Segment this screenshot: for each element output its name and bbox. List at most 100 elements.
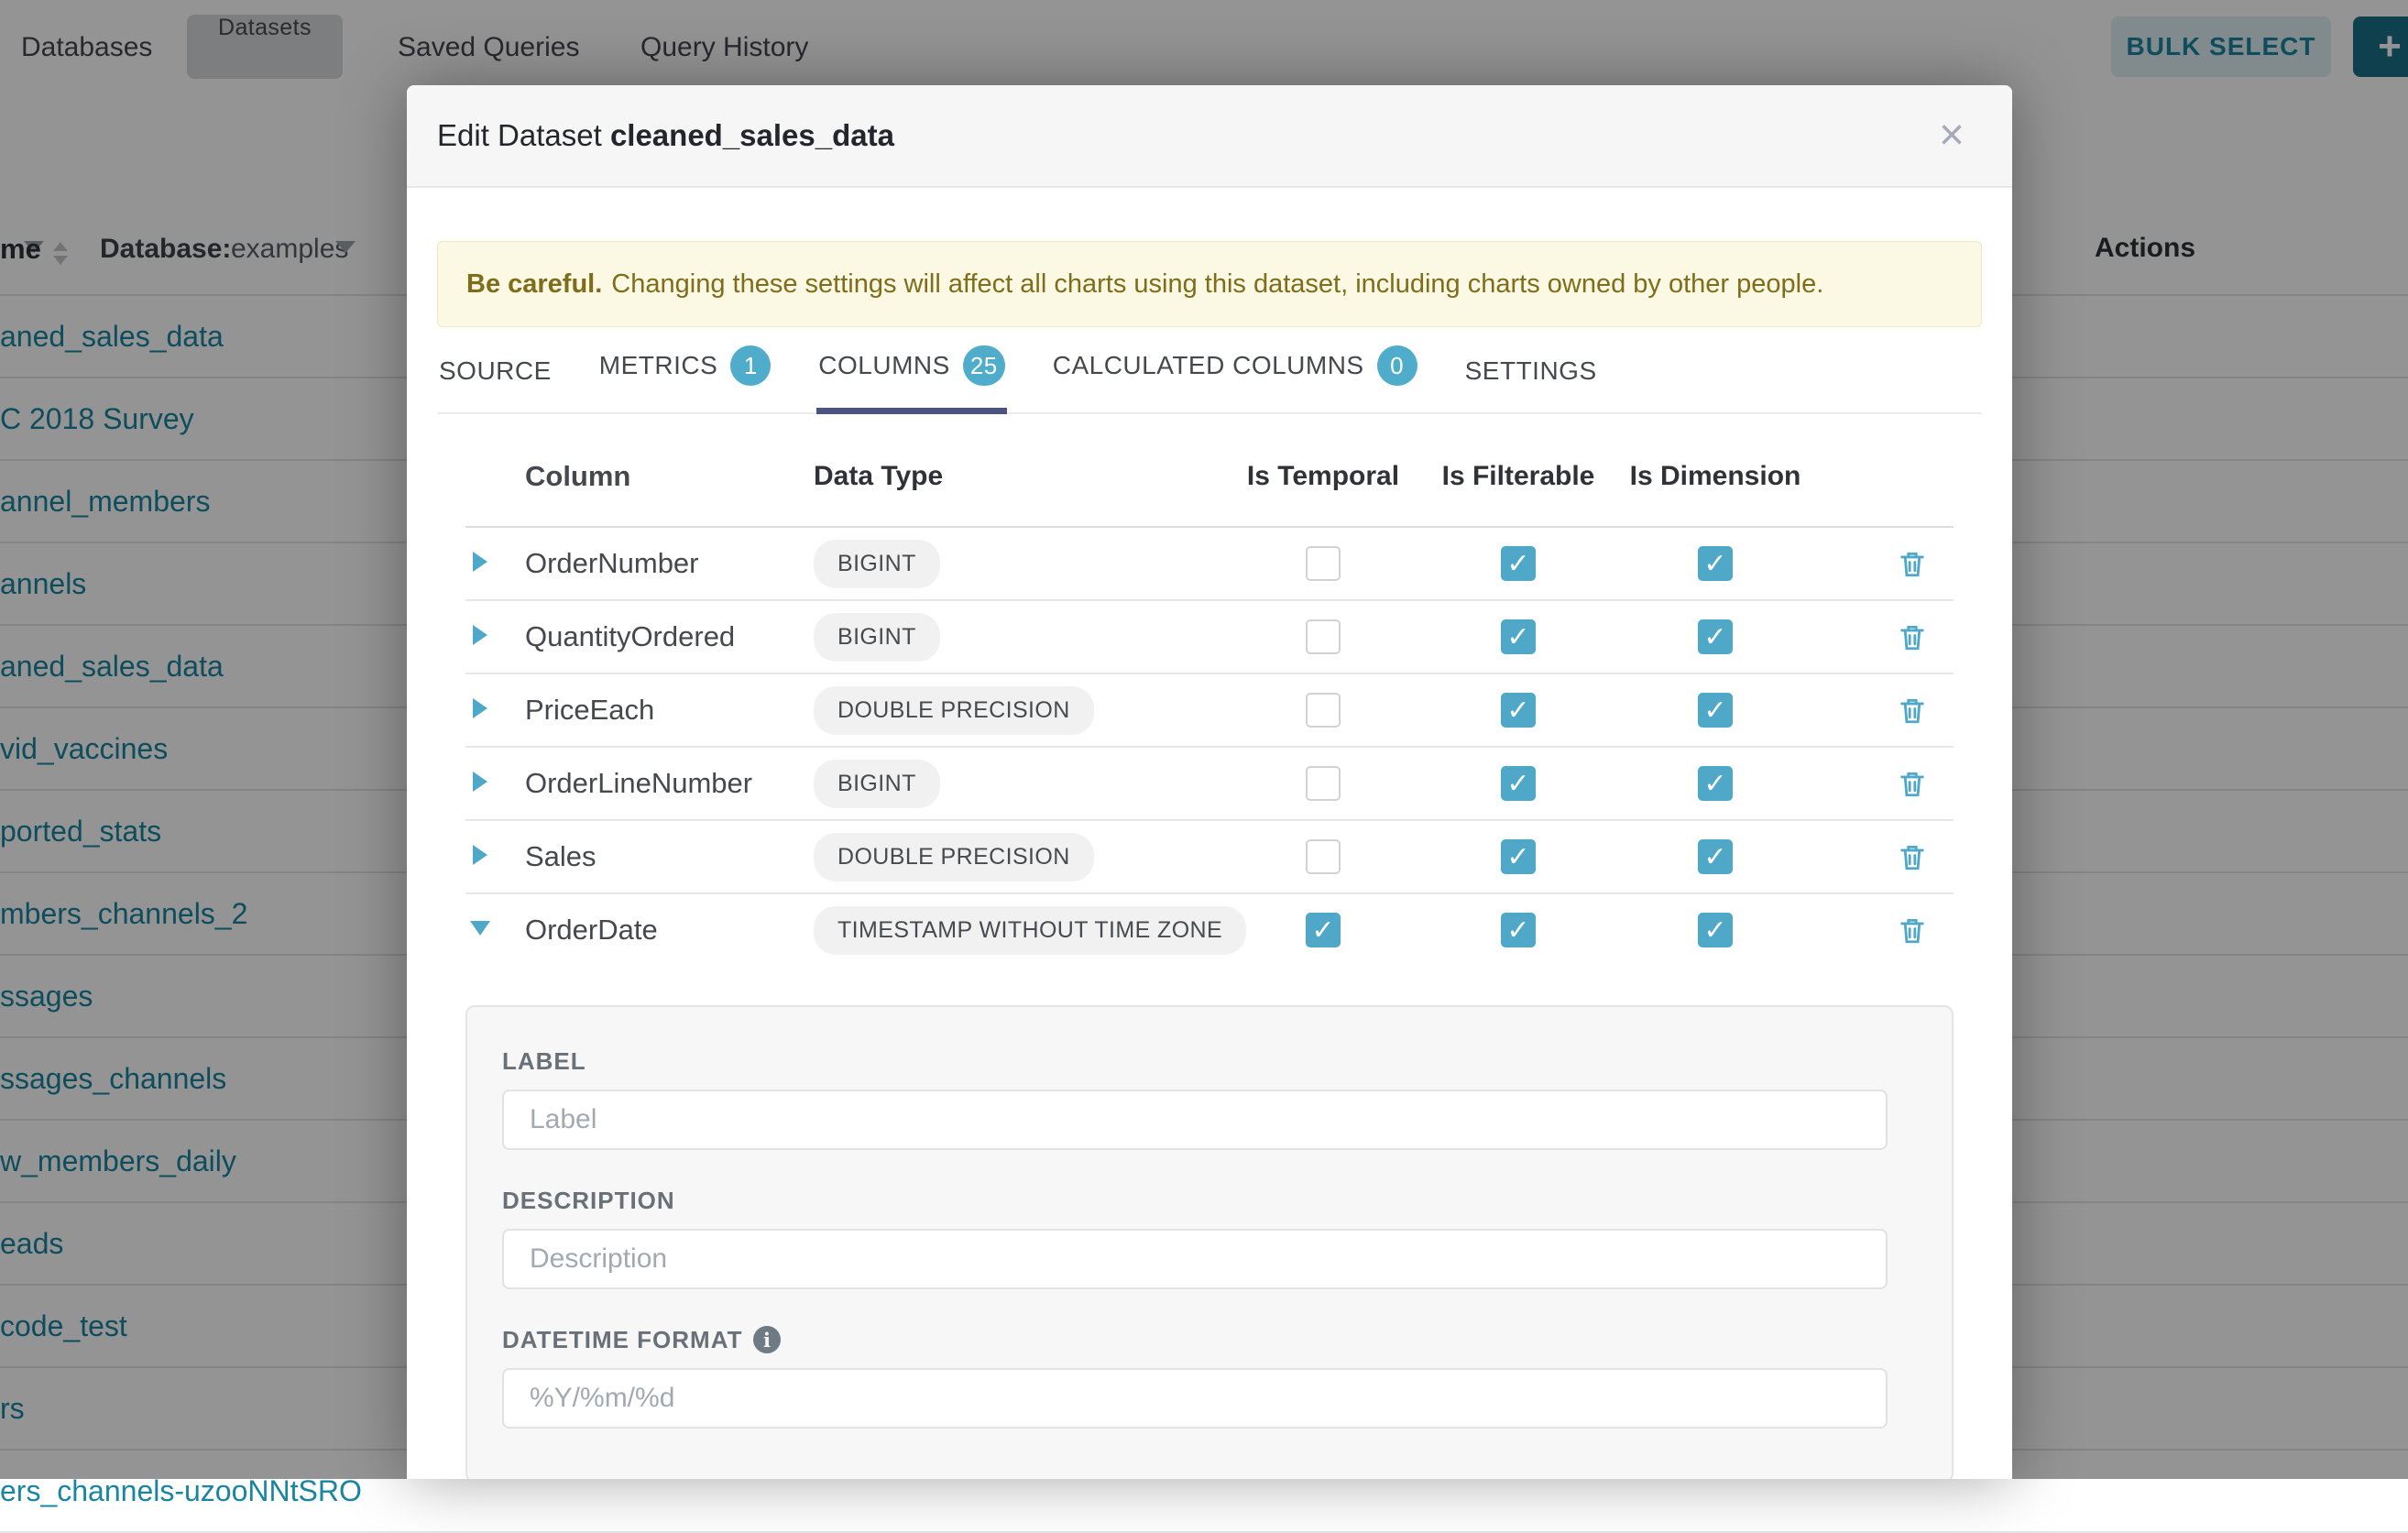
is-filterable-cell	[1420, 619, 1616, 654]
is-temporal-cell	[1226, 546, 1420, 581]
data-type-cell: DOUBLE PRECISION	[759, 833, 1226, 881]
column-row-OrderLineNumber: OrderLineNumberBIGINT	[465, 748, 1954, 821]
is-filterable-checkbox[interactable]	[1501, 839, 1536, 874]
modal-title-dataset-name: cleaned_sales_data	[610, 118, 894, 152]
label-field-label: LABEL	[502, 1047, 1952, 1075]
trash-icon[interactable]	[1897, 914, 1928, 947]
edit-dataset-modal: Edit Dataset cleaned_sales_data × Be car…	[407, 85, 2012, 1479]
trash-icon[interactable]	[1897, 767, 1928, 800]
tab-columns[interactable]: COLUMNS 25	[816, 345, 1006, 414]
modal-tabs: SOURCE METRICS1 COLUMNS 25 CALCULATED COLUMN…	[437, 327, 1982, 414]
column-row-Sales: Sales DOUBLE PRECISION	[465, 821, 1954, 894]
description-input[interactable]	[502, 1229, 1888, 1289]
is-dimension-checkbox[interactable]	[1698, 913, 1733, 947]
tab-metrics[interactable]: METRICS1	[597, 345, 773, 414]
trash-icon[interactable]	[1897, 547, 1928, 580]
is-dimension-cell	[1616, 913, 1814, 947]
column-name: PriceEach	[502, 694, 759, 727]
info-icon[interactable]: i	[753, 1326, 781, 1353]
datetime-format-label-text: DATETIME FORMAT	[502, 1326, 742, 1354]
column-name: OrderLineNumber	[502, 767, 759, 800]
is-filterable-checkbox[interactable]	[1501, 913, 1536, 947]
is-filterable-checkbox[interactable]	[1501, 619, 1536, 654]
tab-source[interactable]: SOURCE	[437, 356, 553, 414]
column-row-OrderDate: OrderDateTIMESTAMP WITHOUT TIME ZONE	[465, 894, 1954, 966]
header-is-dimension: Is Dimension	[1616, 461, 1814, 492]
expand-caret-icon[interactable]	[465, 552, 502, 576]
modal-title: Edit Dataset cleaned_sales_data	[437, 118, 894, 153]
tab-label: METRICS	[599, 351, 718, 380]
is-temporal-cell	[1226, 766, 1420, 801]
dataset-link[interactable]: ers_channels-uzooNNtSRO	[0, 1474, 362, 1508]
is-dimension-checkbox[interactable]	[1698, 619, 1733, 654]
expand-caret-icon[interactable]	[465, 772, 502, 796]
data-type-pill: TIMESTAMP WITHOUT TIME ZONE	[814, 906, 1246, 955]
data-type-pill: DOUBLE PRECISION	[814, 833, 1094, 881]
is-temporal-checkbox[interactable]	[1306, 839, 1341, 874]
is-dimension-checkbox[interactable]	[1698, 693, 1733, 728]
is-filterable-checkbox[interactable]	[1501, 546, 1536, 581]
label-input[interactable]	[502, 1090, 1888, 1150]
is-temporal-checkbox[interactable]	[1306, 913, 1341, 947]
is-temporal-cell	[1226, 839, 1420, 874]
data-type-pill: DOUBLE PRECISION	[814, 686, 1094, 735]
is-dimension-checkbox[interactable]	[1698, 546, 1733, 581]
is-temporal-checkbox[interactable]	[1306, 693, 1341, 728]
column-row-QuantityOrdered: QuantityOrdered BIGINT	[465, 601, 1954, 674]
delete-cell	[1814, 914, 1954, 947]
is-temporal-checkbox[interactable]	[1306, 546, 1341, 581]
column-name: OrderNumber	[502, 547, 759, 580]
expand-caret-icon[interactable]	[465, 698, 502, 723]
trash-icon[interactable]	[1897, 620, 1928, 653]
warning-strong: Be careful.	[466, 269, 602, 300]
data-type-cell: TIMESTAMP WITHOUT TIME ZONE	[759, 906, 1226, 955]
datetime-format-field-label: DATETIME FORMAT i	[502, 1326, 1952, 1353]
header-is-temporal: Is Temporal	[1226, 461, 1420, 492]
is-dimension-checkbox[interactable]	[1698, 839, 1733, 874]
tab-label: COLUMNS	[818, 351, 950, 380]
columns-table-header: Column Data Type Is Temporal Is Filterab…	[465, 414, 1954, 528]
is-filterable-cell	[1420, 546, 1616, 581]
trash-icon[interactable]	[1897, 840, 1928, 873]
is-dimension-cell	[1616, 546, 1814, 581]
is-temporal-checkbox[interactable]	[1306, 619, 1341, 654]
delete-cell	[1814, 694, 1954, 727]
is-filterable-checkbox[interactable]	[1501, 766, 1536, 801]
is-temporal-cell	[1226, 693, 1420, 728]
is-filterable-cell	[1420, 693, 1616, 728]
tab-label: SOURCE	[439, 356, 552, 386]
is-filterable-cell	[1420, 839, 1616, 874]
tab-calculated-columns[interactable]: CALCULATED COLUMNS0	[1051, 345, 1419, 414]
datetime-format-input[interactable]	[502, 1368, 1888, 1429]
delete-cell	[1814, 767, 1954, 800]
expand-caret-icon[interactable]	[465, 625, 502, 650]
tab-settings[interactable]: SETTINGS	[1463, 356, 1599, 414]
header-is-filterable: Is Filterable	[1420, 461, 1616, 492]
delete-cell	[1814, 840, 1954, 873]
description-field-label: DESCRIPTION	[502, 1187, 1952, 1214]
tab-label: SETTINGS	[1465, 356, 1597, 386]
collapse-caret-icon[interactable]	[465, 921, 502, 940]
is-filterable-checkbox[interactable]	[1501, 693, 1536, 728]
is-filterable-cell	[1420, 913, 1616, 947]
is-dimension-cell	[1616, 693, 1814, 728]
close-icon[interactable]: ×	[1939, 114, 1965, 158]
column-row-PriceEach: PriceEach DOUBLE PRECISION	[465, 674, 1954, 748]
warning-text: Changing these settings will affect all …	[611, 269, 1823, 300]
trash-icon[interactable]	[1897, 694, 1928, 727]
data-type-cell: BIGINT	[759, 613, 1226, 662]
is-temporal-cell	[1226, 619, 1420, 654]
tab-label: CALCULATED COLUMNS	[1053, 351, 1364, 380]
expand-caret-icon[interactable]	[465, 845, 502, 870]
tab-count-badge: 25	[963, 345, 1005, 386]
column-name: QuantityOrdered	[502, 620, 759, 653]
column-name: Sales	[502, 840, 759, 873]
data-type-cell: BIGINT	[759, 540, 1226, 588]
is-dimension-cell	[1616, 619, 1814, 654]
data-type-pill: BIGINT	[814, 540, 940, 588]
is-dimension-cell	[1616, 766, 1814, 801]
data-type-pill: BIGINT	[814, 613, 940, 662]
is-dimension-checkbox[interactable]	[1698, 766, 1733, 801]
is-temporal-checkbox[interactable]	[1306, 766, 1341, 801]
modal-body: Be careful. Changing these settings will…	[407, 241, 2012, 1479]
